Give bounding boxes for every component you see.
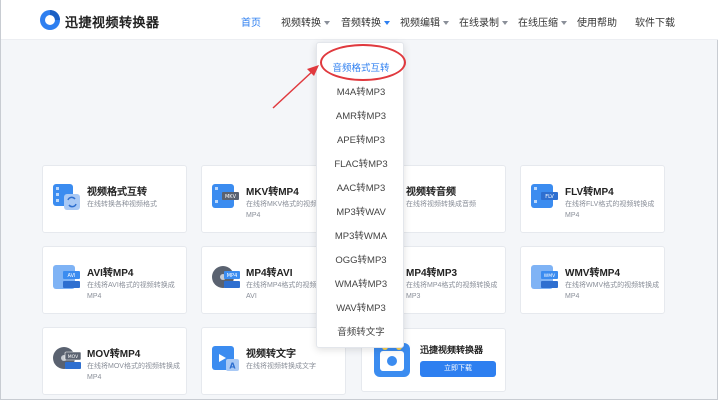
card-mov-mp4[interactable]: MOV MOV转MP4 在线将MOV格式的视频转换成MP4: [42, 327, 187, 395]
nav-online-record-label: 在线录制: [459, 18, 499, 29]
chevron-down-icon: [324, 21, 330, 25]
card-title: MOV转MP4: [87, 349, 141, 360]
dropdown-item-flac-mp3[interactable]: FLAC转MP3: [317, 156, 405, 170]
flv-icon: FLV: [531, 184, 558, 208]
chevron-down-icon: [502, 21, 508, 25]
nav-online-record[interactable]: 在线录制: [459, 14, 508, 29]
mp4-icon: MP4: [212, 266, 240, 288]
avi-icon: AVI: [53, 265, 80, 289]
mov-icon: MOV: [53, 347, 82, 369]
nav-audio-convert[interactable]: 音频转换: [341, 14, 390, 29]
card-desc: 在线将视频转换成文字: [246, 363, 316, 370]
card-desc: 在线将MOV格式的视频转换成MP4: [87, 363, 180, 381]
nav-home-label: 首页: [241, 18, 261, 29]
dropdown-item-amr-mp3[interactable]: AMR转MP3: [317, 108, 405, 122]
icon-badge-label: WMV: [544, 273, 556, 279]
card-desc: 在线将MP4格式的视频转换成MP3: [406, 282, 498, 300]
dropdown-item-ogg-mp3[interactable]: OGG转MP3: [317, 252, 405, 266]
card-desc: 在线将FLV格式的视频转换成MP4: [565, 201, 655, 219]
card-title: MP4转AVI: [246, 268, 293, 279]
page: 迅捷视频转换器 首页 视频转换 音频转换 视频编辑 在线录制 在线压缩 使用帮助…: [0, 0, 718, 400]
mkv-icon: MKV: [212, 184, 239, 208]
icon-badge-label: AVI: [68, 273, 76, 279]
icon-badge-label: MP4: [227, 273, 238, 279]
card-desc: 在线将WMV格式的视频转换成MP4: [565, 282, 660, 300]
dropdown-item-audio-text[interactable]: 音频转文字: [317, 324, 405, 338]
icon-badge-label: FLV: [545, 194, 554, 200]
nav-online-compress[interactable]: 在线压缩: [518, 14, 567, 29]
nav-help-label: 使用帮助: [577, 18, 617, 29]
card-desc: 在线将视频转换成音频: [406, 201, 476, 208]
card-video-format[interactable]: 视频格式互转 在线转换各种视频格式: [42, 165, 187, 233]
dropdown-item-mp3-wav[interactable]: MP3转WAV: [317, 204, 405, 218]
card-title: WMV转MP4: [565, 268, 620, 279]
wmv-icon: WMV: [531, 265, 558, 289]
icon-badge-label: MOV: [68, 354, 79, 360]
card-avi-mp4[interactable]: AVI AVI转MP4 在线将AVI格式的视频转换成MP4: [42, 246, 187, 314]
chevron-down-icon: [443, 21, 449, 25]
logo-icon[interactable]: [39, 9, 61, 31]
nav-download-label: 软件下载: [635, 18, 675, 29]
card-wmv-mp4[interactable]: WMV WMV转MP4 在线将WMV格式的视频转换成MP4: [520, 246, 665, 314]
dropdown-item-m4a-mp3[interactable]: M4A转MP3: [317, 84, 405, 98]
card-title: 视频格式互转: [87, 187, 147, 198]
audio-convert-dropdown: 音频格式互转 M4A转MP3 AMR转MP3 APE转MP3 FLAC转MP3 …: [316, 42, 404, 348]
nav-help[interactable]: 使用帮助: [577, 14, 617, 29]
nav-download[interactable]: 软件下载: [635, 14, 675, 29]
nav-home[interactable]: 首页: [241, 14, 261, 29]
card-desc: 在线将AVI格式的视频转换成MP4: [87, 282, 175, 300]
annotation-ellipse: [320, 44, 406, 81]
nav-video-edit-label: 视频编辑: [400, 18, 440, 29]
card-title: 视频转音频: [406, 187, 456, 198]
card-flv-mp4[interactable]: FLV FLV转MP4 在线将FLV格式的视频转换成MP4: [520, 165, 665, 233]
card-title: 视频转文字: [246, 349, 296, 360]
card-title: MP4转MP3: [406, 268, 458, 279]
nav-audio-convert-label: 音频转换: [341, 18, 381, 29]
chevron-down-icon: [384, 21, 390, 25]
svg-text:A: A: [229, 362, 236, 371]
dropdown-item-mp3-wma[interactable]: MP3转WMA: [317, 228, 405, 242]
dropdown-item-wma-mp3[interactable]: WMA转MP3: [317, 276, 405, 290]
card-desc: 在线转换各种视频格式: [87, 201, 157, 208]
dropdown-item-aac-mp3[interactable]: AAC转MP3: [317, 180, 405, 194]
card-title: AVI转MP4: [87, 268, 134, 279]
video-convert-icon: [53, 184, 80, 210]
card-title: MKV转MP4: [246, 187, 299, 198]
nav-video-edit[interactable]: 视频编辑: [400, 14, 449, 29]
download-now-button[interactable]: 立即下载: [420, 361, 496, 377]
brand-name[interactable]: 迅捷视频转换器: [65, 12, 160, 31]
nav-video-convert-label: 视频转换: [281, 18, 321, 29]
dropdown-item-ape-mp3[interactable]: APE转MP3: [317, 132, 405, 146]
nav-video-convert[interactable]: 视频转换: [281, 14, 330, 29]
icon-badge-label: MKV: [225, 194, 237, 200]
top-header: 迅捷视频转换器 首页 视频转换 音频转换 视频编辑 在线录制 在线压缩 使用帮助…: [1, 0, 718, 40]
card-title: FLV转MP4: [565, 187, 614, 198]
chevron-down-icon: [561, 21, 567, 25]
video-to-text-icon: A: [212, 346, 239, 371]
nav-online-compress-label: 在线压缩: [518, 18, 558, 29]
promo-title: 迅捷视频转换器: [420, 345, 484, 355]
dropdown-item-wav-mp3[interactable]: WAV转MP3: [317, 300, 405, 314]
